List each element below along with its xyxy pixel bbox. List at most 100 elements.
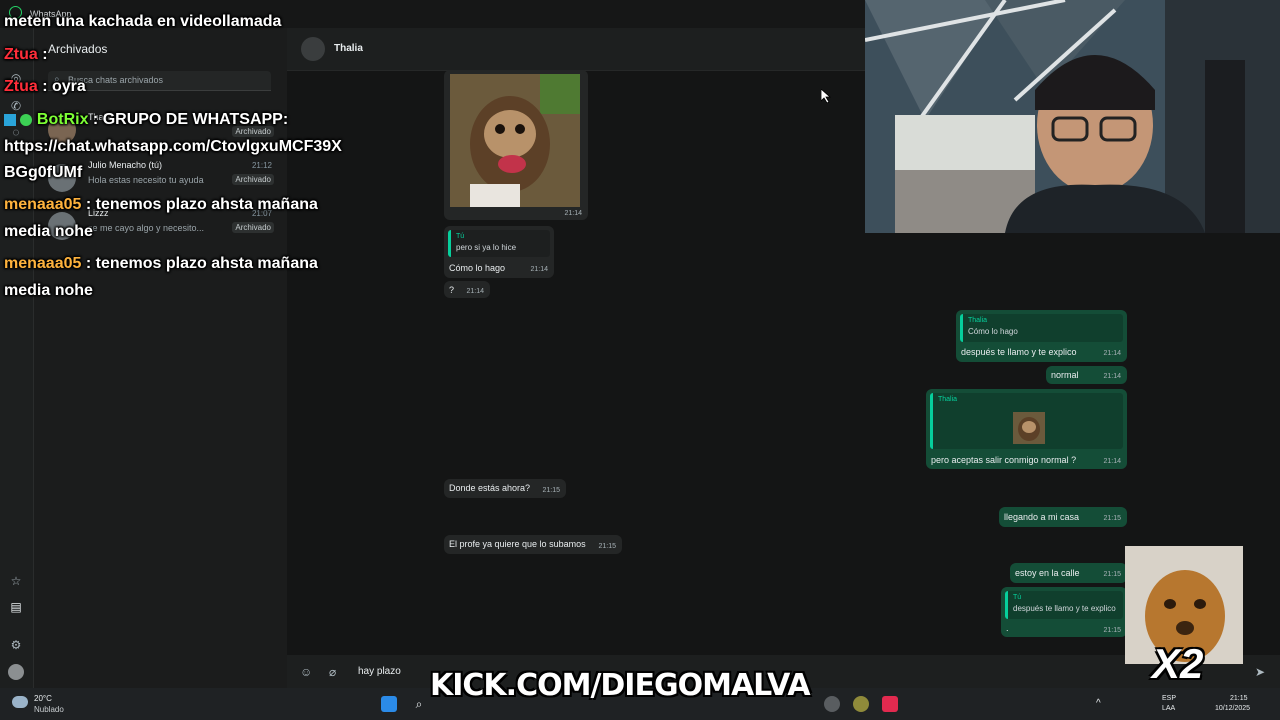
chat-username: Ztua — [4, 78, 38, 95]
message-text: llegando a mi casa — [1004, 512, 1080, 522]
stream-chat-line: Ztua : — [4, 46, 48, 63]
monkey-sticker-image — [1013, 412, 1045, 444]
quote-author: Thalia — [938, 396, 958, 403]
weather-temperature[interactable]: 20°C — [34, 694, 52, 703]
chat-message: BGg0fUMf — [4, 164, 83, 181]
quote-text: después te llamo y te explico — [1013, 604, 1116, 613]
chat-preview: se me cayo algo y necesito... — [88, 223, 205, 233]
tiktok-icon[interactable] — [882, 696, 898, 712]
message-time: 21:15 — [598, 543, 616, 550]
contact-name[interactable]: Thalia — [334, 43, 363, 54]
streamer-webcam — [865, 0, 1280, 233]
stream-chat-line: menaaa05 : tenemos plazo ahsta mañana — [4, 255, 318, 272]
contact-avatar[interactable] — [301, 37, 325, 61]
app-icon[interactable] — [824, 696, 840, 712]
chat-message: meten una kachada en videollamada — [4, 13, 282, 30]
stream-chat-line: BGg0fUMf — [4, 160, 82, 186]
windows-start-icon[interactable] — [381, 696, 397, 712]
message-time: 21:15 — [542, 487, 560, 494]
weather-condition[interactable]: Nublado — [34, 705, 64, 714]
message-text: normal — [1051, 370, 1079, 380]
message-bubble-outgoing[interactable]: estoy en la calle 21:15 — [1010, 563, 1127, 583]
message-bubble-outgoing[interactable]: Thalia Cómo lo hago después te llamo y t… — [956, 310, 1127, 362]
mod-badge-icon — [4, 113, 16, 126]
quote-text: pero si ya lo hice — [456, 243, 517, 252]
message-text: El profe ya quiere que lo subamos — [449, 539, 586, 549]
archived-header: Archivados — [48, 42, 108, 56]
stream-chat-line: menaaa05 : tenemos plazo ahsta mañana — [4, 196, 318, 213]
attach-clip-icon[interactable]: ⌀ — [329, 665, 336, 679]
message-time: 21:14 — [466, 288, 484, 295]
stream-chat-line: https://chat.whatsapp.com/Ctovlgxu​MCF39… — [4, 134, 342, 160]
emoji-icon[interactable]: ☺ — [300, 665, 312, 679]
stream-chat-line: media nohe — [4, 219, 93, 245]
chevron-up-icon[interactable]: ^ — [1096, 698, 1101, 709]
message-time: 21:15 — [1103, 515, 1121, 522]
message-bubble-incoming[interactable]: Donde estás ahora? 21:15 — [444, 479, 566, 498]
message-bubble-incoming[interactable]: ? 21:14 — [444, 281, 490, 298]
archived-icon[interactable]: ▤ — [8, 599, 24, 615]
message-text: después te llamo y te explico — [961, 347, 1077, 357]
message-time: 21:14 — [1103, 350, 1121, 357]
cloud-weather-icon[interactable] — [12, 696, 28, 708]
message-input[interactable]: hay plazo — [358, 666, 401, 677]
message-time: 21:14 — [564, 210, 582, 217]
chat-message: media nohe — [4, 223, 93, 240]
message-time: 21:14 — [1103, 373, 1121, 380]
message-bubble-outgoing[interactable]: Tú después te llamo y te explico . 21:15 — [1001, 587, 1127, 637]
quote-author: Tú — [1013, 594, 1022, 601]
mouse-cursor-icon — [821, 89, 831, 103]
profile-avatar[interactable] — [8, 664, 24, 680]
chat-message: media nohe — [4, 282, 93, 299]
quoted-message[interactable]: Tú pero si ya lo hice — [448, 230, 550, 257]
quoted-message[interactable]: Thalia Cómo lo hago — [960, 314, 1123, 342]
starred-icon[interactable]: ☆ — [8, 573, 24, 589]
archived-badge: Archivado — [232, 222, 274, 233]
message-bubble-incoming[interactable]: Tú pero si ya lo hice Cómo lo hago 21:14 — [444, 226, 554, 278]
message-time: 21:15 — [1103, 627, 1121, 634]
chat-message: tenemos plazo ahsta mañana — [95, 255, 318, 272]
search-icon[interactable]: ⌕ — [411, 696, 427, 712]
stream-chat-line: media nohe — [4, 278, 93, 304]
kick-channel-banner: KICK.COM/DIEGOMALVA — [430, 668, 811, 703]
message-time: 21:14 — [530, 266, 548, 273]
message-text: estoy en la calle — [1015, 568, 1080, 578]
chat-time: 21:12 — [251, 161, 272, 170]
chat-username: Ztua — [4, 46, 38, 63]
chat-username: menaaa05 — [4, 196, 82, 213]
clock-date[interactable]: 10/12/2025 — [1215, 705, 1250, 712]
message-text: Donde estás ahora? — [449, 483, 531, 493]
send-icon[interactable]: ➤ — [1255, 665, 1265, 679]
message-time: 21:15 — [1103, 571, 1121, 578]
clock-time[interactable]: 21:15 — [1230, 695, 1248, 702]
chat-message: GRUPO DE WHATSAPP: — [102, 111, 289, 128]
stream-chat-line: BotRix : GRUPO DE WHATSAPP: — [4, 107, 288, 133]
multiplier-badge: X2 — [1152, 640, 1204, 687]
quoted-message[interactable]: Tú después te llamo y te explico — [1005, 591, 1123, 619]
message-bubble-outgoing[interactable]: llegando a mi casa 21:15 — [999, 507, 1127, 527]
message-text: Cómo lo hago — [449, 263, 506, 273]
quoted-message[interactable]: Thalia — [930, 393, 1123, 449]
chat-message: https://chat.whatsapp.com/Ctovlgxu​MCF39… — [4, 138, 342, 155]
chat-preview: Hola estas necesito tu ayuda — [88, 175, 204, 185]
chat-username: BotRix — [36, 111, 89, 128]
stream-chat-line: Ztua : oyra — [4, 78, 86, 95]
monkey-photo-image — [450, 74, 580, 207]
message-bubble-incoming[interactable]: El profe ya quiere que lo subamos 21:15 — [444, 535, 622, 554]
message-text: pero aceptas salir conmigo normal ? — [931, 455, 1077, 465]
chat-message: tenemos plazo ahsta mañana — [95, 196, 318, 213]
message-time: 21:14 — [1103, 458, 1121, 465]
chat-message: oyra — [52, 78, 86, 95]
keyboard-layout[interactable]: LAA — [1162, 705, 1175, 712]
message-bubble-image[interactable]: 21:14 — [444, 70, 588, 220]
message-text: . — [1006, 623, 1009, 633]
message-bubble-outgoing[interactable]: normal 21:14 — [1046, 366, 1127, 384]
settings-gear-icon[interactable]: ⚙ — [8, 637, 24, 653]
app-icon[interactable] — [853, 696, 869, 712]
quote-text: Cómo lo hago — [968, 327, 1018, 336]
chat-name: Julio Menacho (tú) — [88, 160, 163, 170]
verified-badge-icon — [20, 113, 33, 126]
language-code[interactable]: ESP — [1162, 695, 1176, 702]
quote-author: Thalia — [968, 317, 988, 324]
message-bubble-outgoing[interactable]: Thalia pero aceptas salir conmigo normal… — [926, 389, 1127, 469]
